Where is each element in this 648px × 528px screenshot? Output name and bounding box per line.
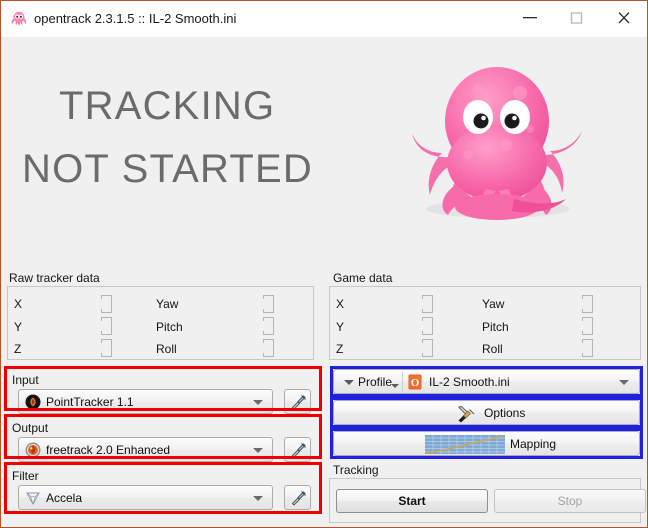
game-label-x: X [336,297,345,311]
mapping-label: Mapping [510,437,557,451]
curve-chart-icon [425,435,505,457]
chevron-down-icon [253,448,263,453]
output-group-title: Output [10,421,51,435]
raw-value-x [101,295,112,313]
output-value: freetrack 2.0 Enhanced [46,443,171,457]
filter-group-title: Filter [10,469,41,483]
profile-button[interactable]: Profile O IL-2 Smooth.ini [333,369,640,394]
chevron-down-icon [344,380,354,385]
hammer-icon [291,443,306,458]
input-group-title: Input [10,373,41,387]
raw-label-z: Z [14,342,22,356]
game-label-z: Z [336,342,344,356]
raw-value-yaw [263,295,274,313]
ini-file-icon: O [407,374,423,390]
game-value-y [422,317,433,335]
divider [402,372,403,393]
chevron-down-icon [253,496,263,501]
tools-icon [456,404,476,427]
raw-value-roll [263,339,274,357]
raw-value-pitch [263,317,274,335]
game-value-z [422,339,433,357]
options-label: Options [484,406,526,420]
input-settings-button[interactable] [284,389,311,414]
tracking-status-banner: TRACKING NOT STARTED [2,37,646,259]
octopus-icon [10,10,28,28]
profile-menu-chevron-icon[interactable] [391,384,399,388]
game-value-x [422,295,433,313]
output-combo[interactable]: freetrack 2.0 Enhanced [18,437,273,462]
opentrack-window: opentrack 2.3.1.5 :: IL-2 Smooth.ini TRA… [0,0,648,528]
tracking-group-title: Tracking [331,463,381,477]
chevron-down-icon [619,380,629,385]
title-bar: opentrack 2.3.1.5 :: IL-2 Smooth.ini [1,1,647,38]
hammer-icon [291,491,306,506]
octopus-logo [402,59,592,244]
game-label-y: Y [336,320,345,334]
output-settings-button[interactable] [284,437,311,462]
game-data-title: Game data [331,271,395,285]
close-button[interactable] [601,1,647,35]
accela-diamond-icon [25,490,41,506]
hammer-icon [291,395,306,410]
mapping-button[interactable]: Mapping [333,431,640,456]
stop-tracking-button: Stop [494,489,646,513]
game-value-roll [582,339,593,357]
game-data-group: X Y Z Yaw Pitch Roll [329,286,641,360]
filter-value: Accela [46,491,83,505]
raw-value-z [101,339,112,357]
raw-tracker-data-title: Raw tracker data [7,271,102,285]
window-title: opentrack 2.3.1.5 :: IL-2 Smooth.ini [34,11,237,26]
filter-combo[interactable]: Accela [18,485,273,510]
options-button[interactable]: Options [333,400,640,425]
raw-label-x: X [14,297,23,311]
raw-label-roll: Roll [156,342,177,356]
game-value-pitch [582,317,593,335]
game-label-roll: Roll [482,342,503,356]
input-value: PointTracker 1.1 [46,395,134,409]
raw-label-yaw: Yaw [156,297,179,311]
status-line-2: NOT STARTED [22,147,314,191]
game-value-yaw [582,295,593,313]
input-combo[interactable]: PointTracker 1.1 [18,389,273,414]
profile-file-name: IL-2 Smooth.ini [429,375,510,389]
freetrack-icon [25,442,41,458]
raw-value-y [101,317,112,335]
start-tracking-button[interactable]: Start [336,489,488,513]
profile-label: Profile [358,375,393,389]
raw-label-y: Y [14,320,23,334]
status-line-1: TRACKING [59,84,276,128]
svg-text:O: O [411,377,420,389]
raw-tracker-data-group: X Y Z Yaw Pitch Roll [7,286,314,360]
game-label-yaw: Yaw [482,297,505,311]
pointtracker-icon [25,394,41,410]
tracking-group: Start Stop [329,478,646,523]
raw-label-pitch: Pitch [156,320,183,334]
minimize-button[interactable] [507,1,553,35]
chevron-down-icon [253,400,263,405]
game-label-pitch: Pitch [482,320,509,334]
filter-settings-button[interactable] [284,485,311,510]
maximize-button[interactable] [554,1,600,35]
